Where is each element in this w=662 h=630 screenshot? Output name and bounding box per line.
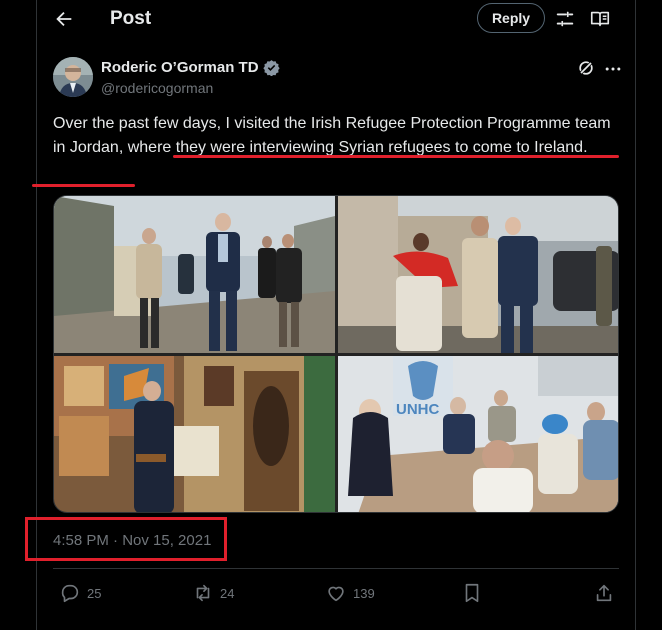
like-count: 139 — [353, 585, 375, 601]
reply-button[interactable]: Reply — [477, 3, 545, 33]
repost-count: 24 — [220, 585, 235, 601]
author-name-text: Roderic O’Gorman TD — [101, 59, 259, 76]
tweet-text-highlighted: where they were interviewing Syrian refu… — [127, 139, 584, 156]
post-timestamp[interactable]: 4:58 PM · Nov 15, 2021 — [53, 532, 211, 549]
author-handle[interactable]: @rodericogorman — [101, 80, 213, 96]
post-column: Post Reply Roderic O’Gorman TD @roderico… — [25, 0, 636, 630]
photo-2[interactable] — [338, 196, 618, 353]
annotation-underline-1 — [173, 155, 619, 158]
grok-icon[interactable] — [576, 58, 596, 78]
divider — [53, 568, 619, 569]
reader-book-icon[interactable] — [589, 8, 611, 30]
media-grid: UNHC — [53, 195, 619, 513]
reply-count: 25 — [87, 585, 102, 601]
share-icon — [596, 584, 612, 602]
heart-icon — [328, 586, 344, 602]
repost-icon — [196, 584, 210, 602]
post-header: Post Reply — [37, 0, 635, 38]
page-title: Post — [110, 8, 152, 29]
bookmark-action[interactable] — [461, 582, 483, 604]
tweet-text: Over the past few days, I visited the Ir… — [53, 112, 625, 160]
unhcr-sign: UNHC — [396, 401, 439, 418]
photo-1[interactable] — [54, 196, 335, 353]
like-action[interactable]: 139 — [325, 582, 375, 604]
share-action[interactable] — [593, 582, 615, 604]
bookmark-icon — [465, 583, 479, 603]
reply-action[interactable]: 25 — [59, 582, 101, 604]
tweet-text-part3: . — [583, 139, 588, 156]
annotation-underline-2 — [32, 184, 135, 187]
photo-4[interactable]: UNHC — [338, 356, 618, 512]
repost-action[interactable]: 24 — [192, 582, 234, 604]
verified-badge-icon[interactable] — [262, 59, 280, 76]
reply-icon — [61, 584, 79, 603]
photo-3[interactable] — [54, 356, 335, 512]
back-arrow-icon[interactable] — [53, 8, 75, 30]
sliders-icon[interactable] — [554, 8, 576, 30]
author-name[interactable]: Roderic O’Gorman TD — [101, 59, 280, 76]
more-options-icon[interactable] — [603, 59, 623, 79]
avatar[interactable] — [53, 57, 93, 97]
